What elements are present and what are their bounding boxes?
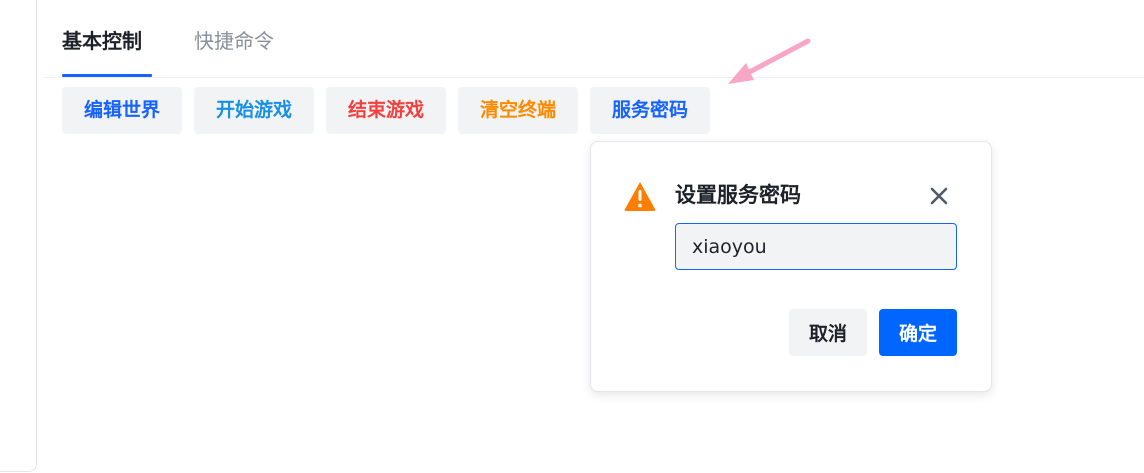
cancel-button[interactable]: 取消 [789,309,867,356]
warning-icon [624,182,656,211]
left-panel [0,0,37,472]
tab-basic-control[interactable]: 基本控制 [62,28,142,54]
active-tab-indicator [62,74,152,77]
service-password-button[interactable]: 服务密码 [590,87,710,134]
edit-world-button[interactable]: 编辑世界 [62,87,182,134]
dialog-title: 设置服务密码 [675,183,801,207]
clear-terminal-button[interactable]: 清空终端 [458,87,578,134]
pink-arrow-icon [728,38,811,84]
start-game-button[interactable]: 开始游戏 [194,87,314,134]
set-password-dialog: 设置服务密码 取消 确定 [590,141,992,392]
tab-bar: 基本控制 快捷命令 [62,0,1144,78]
tab-quick-commands[interactable]: 快捷命令 [194,28,274,54]
confirm-button[interactable]: 确定 [879,309,957,356]
password-input[interactable] [675,223,957,270]
stop-game-button[interactable]: 结束游戏 [326,87,446,134]
close-icon[interactable] [927,184,951,208]
page: 基本控制 快捷命令 编辑世界 开始游戏 结束游戏 清空终端 服务密码 设置服务密… [0,0,1144,473]
